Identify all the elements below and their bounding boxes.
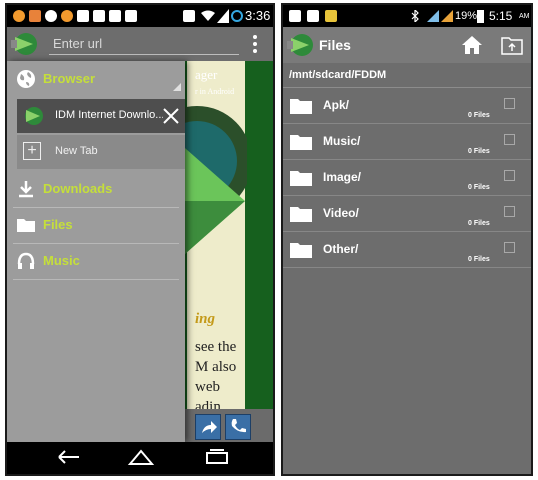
folder-row-apk[interactable]: Apk/ 0 Files xyxy=(283,88,531,124)
parent-folder-icon[interactable] xyxy=(501,35,523,55)
overflow-menu-icon[interactable] xyxy=(253,35,259,55)
drawer-item-downloads[interactable]: Downloads xyxy=(7,171,185,207)
drawer-item-music[interactable]: Music xyxy=(7,243,185,279)
globe-icon xyxy=(17,70,35,88)
files-action-bar: Files xyxy=(283,27,531,63)
right-phone-screen: 19% 5:15 AM Files /mnt/sdcard/FDDM Apk/ … xyxy=(281,3,533,476)
back-icon[interactable] xyxy=(55,448,83,466)
status-time: 5:15 xyxy=(489,9,513,23)
calendar-icon xyxy=(93,10,105,22)
web-text: see the xyxy=(195,339,237,355)
signal-icon xyxy=(217,9,229,23)
folder-file-count: 0 Files xyxy=(468,112,490,119)
current-path: /mnt/sdcard/FDDM xyxy=(289,69,387,81)
plus-icon: + xyxy=(23,142,41,160)
folder-icon xyxy=(290,207,312,222)
select-checkbox[interactable] xyxy=(504,98,515,109)
folder-name: Apk/ xyxy=(323,98,350,112)
home-icon[interactable] xyxy=(127,448,155,466)
browser-tab-item[interactable]: IDM Internet Downlo... xyxy=(17,99,185,133)
share-icon xyxy=(202,421,217,433)
folder-row-music[interactable]: Music/ 0 Files xyxy=(283,124,531,160)
wifi-icon xyxy=(201,10,215,21)
select-checkbox[interactable] xyxy=(504,206,515,217)
signal-icon xyxy=(427,10,439,22)
usb-icon xyxy=(109,10,121,22)
folder-file-count: 0 Files xyxy=(468,148,490,155)
call-button[interactable] xyxy=(225,414,251,440)
left-phone-screen: 3:36 ager r in Android ing see the M als… xyxy=(5,3,275,476)
divider xyxy=(13,279,179,280)
drawer-item-label: Downloads xyxy=(43,181,113,196)
idm-app-icon[interactable] xyxy=(11,31,41,57)
android-icon xyxy=(125,10,137,22)
sync-icon xyxy=(45,10,57,22)
idm-app-icon[interactable] xyxy=(287,32,317,58)
drawer-item-browser[interactable]: Browser xyxy=(7,61,185,97)
status-time: 3:36 xyxy=(245,8,271,23)
battery-percent: 19% xyxy=(455,10,478,22)
select-checkbox[interactable] xyxy=(504,242,515,253)
drawer-item-label: Files xyxy=(43,217,73,232)
folder-icon xyxy=(17,219,35,232)
navigation-drawer: Browser IDM Internet Downlo... + New Tab… xyxy=(7,61,185,442)
image-icon xyxy=(77,10,89,22)
navigation-bar xyxy=(7,442,273,474)
status-bar: 19% 5:15 AM xyxy=(283,5,531,27)
signal-2-icon xyxy=(441,10,453,22)
close-icon[interactable] xyxy=(162,107,180,125)
bluetooth-icon xyxy=(411,10,419,22)
folder-icon xyxy=(290,171,312,186)
headphones-icon xyxy=(17,252,35,269)
drawer-item-label: Music xyxy=(43,253,80,268)
folder-name: Other/ xyxy=(323,242,359,256)
browser-toolbar xyxy=(7,27,273,61)
folder-name: Video/ xyxy=(323,206,359,220)
drawer-item-files[interactable]: Files xyxy=(7,207,185,243)
phone-icon xyxy=(231,419,246,433)
web-text: r in Android xyxy=(195,87,235,96)
folder-icon xyxy=(290,135,312,150)
folder-row-image[interactable]: Image/ 0 Files xyxy=(283,160,531,196)
page-title: Files xyxy=(319,37,351,53)
web-text: M also xyxy=(195,359,237,375)
drawer-item-label: Browser xyxy=(43,71,96,86)
folder-file-count: 0 Files xyxy=(468,220,490,227)
folder-name: Music/ xyxy=(323,134,361,148)
app-notification-icon xyxy=(325,10,337,22)
select-checkbox[interactable] xyxy=(504,170,515,181)
web-heading: ing xyxy=(195,311,216,327)
share-button[interactable] xyxy=(195,414,221,440)
expand-indicator-icon xyxy=(173,83,181,91)
status-ampm: AM xyxy=(519,13,530,20)
idm-app-icon xyxy=(25,107,43,125)
folder-name: Image/ xyxy=(323,170,362,184)
folder-file-count: 0 Files xyxy=(468,256,490,263)
tab-title: IDM Internet Downlo... xyxy=(55,109,163,121)
status-bar: 3:36 xyxy=(7,5,273,27)
message-icon xyxy=(183,10,195,22)
select-checkbox[interactable] xyxy=(504,134,515,145)
new-tab-label: New Tab xyxy=(55,145,98,157)
home-icon[interactable] xyxy=(461,35,483,55)
folder-icon xyxy=(290,243,312,258)
file-browser: /mnt/sdcard/FDDM Apk/ 0 Files Music/ 0 F… xyxy=(283,63,531,474)
download-notification-icon xyxy=(289,10,301,22)
url-input[interactable] xyxy=(49,33,239,55)
app-notification-icon xyxy=(29,10,41,22)
alarm-icon xyxy=(231,10,243,22)
web-text: web xyxy=(195,379,220,395)
web-text: ager xyxy=(195,67,218,82)
image-icon xyxy=(307,10,319,22)
folder-file-count: 0 Files xyxy=(468,184,490,191)
download-icon xyxy=(19,181,33,198)
notification-icon xyxy=(61,10,73,22)
folder-row-video[interactable]: Video/ 0 Files xyxy=(283,196,531,232)
recent-apps-icon[interactable] xyxy=(203,448,231,466)
new-tab-button[interactable]: + New Tab xyxy=(17,135,185,169)
folder-icon xyxy=(290,99,312,114)
battery-icon xyxy=(477,10,484,23)
folder-row-other[interactable]: Other/ 0 Files xyxy=(283,232,531,268)
notification-icon xyxy=(13,10,25,22)
